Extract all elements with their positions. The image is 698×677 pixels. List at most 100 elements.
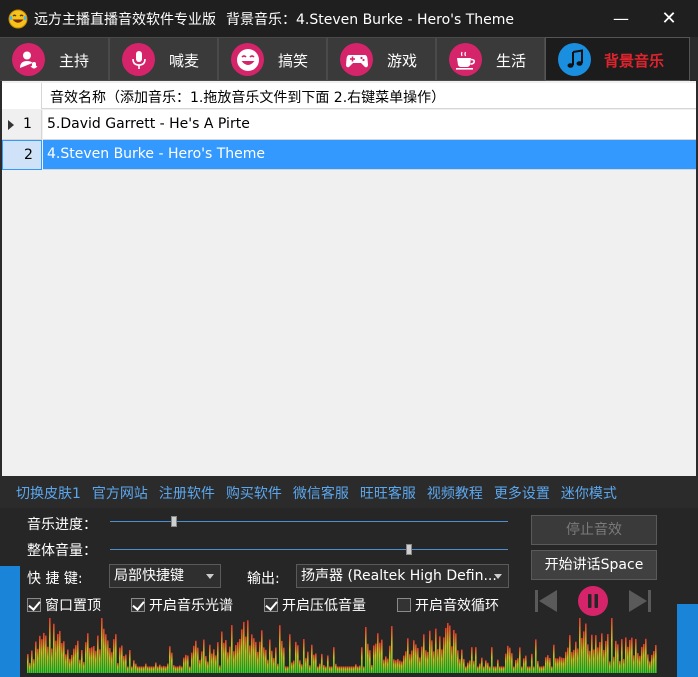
spectrum-bar [523,658,525,673]
checkbox-loop-effect[interactable]: 开启音效循环 [397,595,499,615]
spectrum-bar [279,625,281,673]
spectrum-bar [537,660,539,673]
list-row[interactable]: 2 4.Steven Burke - Hero's Theme [2,140,696,170]
spectrum-bar [417,647,419,673]
spectrum-bar [49,618,51,673]
spectrum-bar [637,652,639,673]
spectrum-bar [363,666,365,673]
spectrum-bar [253,638,255,673]
spectrum-bar [605,640,607,673]
spectrum-bar [415,644,417,673]
title-bar: 远方主播直播音效软件专业版 背景音乐：4.Steven Burke - Hero… [0,0,698,37]
spectrum-bar [389,645,391,673]
volume-slider-thumb[interactable] [405,544,412,555]
spectrum-bar [583,631,585,673]
link-wangwang-support[interactable]: 旺旺客服 [360,483,416,503]
spectrum-bar [69,658,71,673]
spectrum-bar [27,654,29,673]
spectrum-bar [67,649,69,673]
next-track-icon[interactable] [627,587,653,615]
link-switch-skin[interactable]: 切换皮肤1 [16,483,81,503]
spectrum-bar [149,666,151,673]
sound-list[interactable]: 音效名称（添加音乐：1.拖放音乐文件到下面 2.右键菜单操作） 1 5.Davi… [2,81,696,476]
link-official-site[interactable]: 官方网站 [92,483,148,503]
spectrum-bar [153,666,155,673]
checkbox-duck-volume[interactable]: 开启压低音量 [264,595,366,615]
spectrum-bar [217,642,219,673]
spectrum-bar [421,646,423,673]
row-sound-name: 4.Steven Burke - Hero's Theme [47,146,266,162]
checkbox-box[interactable] [131,598,145,612]
spectrum-bar [243,621,245,673]
link-register[interactable]: 注册软件 [159,483,215,503]
spectrum-bar [409,654,411,673]
spectrum-bar [97,635,99,673]
spectrum-bar [239,638,241,673]
tab-game[interactable]: 游戏 [327,37,436,81]
laughing-emoji-icon [8,9,28,28]
user-mic-icon [19,51,37,68]
spectrum-bar [619,660,621,673]
spectrum-bar [273,657,275,673]
spectrum-bar [123,655,125,673]
spectrum-bar [579,618,581,673]
spectrum-bar [247,620,249,673]
link-wechat-support[interactable]: 微信客服 [293,483,349,503]
link-video-tutorial[interactable]: 视频教程 [427,483,483,503]
spectrum-bar [269,639,271,673]
spectrum-bar [653,651,655,673]
pause-icon[interactable] [577,585,609,617]
right-level-meter [677,604,698,677]
checkbox-box[interactable] [264,598,278,612]
tab-host[interactable]: 主持 [0,37,109,81]
link-mini-mode[interactable]: 迷你模式 [561,483,617,503]
output-device-select[interactable]: 扬声器 (Realtek High Defin... [296,564,509,588]
checkbox-music-spectrum[interactable]: 开启音乐光谱 [131,595,233,615]
spectrum-bar [299,660,301,673]
checkbox-box[interactable] [397,598,411,612]
checkbox-always-on-top[interactable]: 窗口置顶 [27,595,101,615]
spectrum-bar [351,666,353,673]
start-talk-button[interactable]: 开始讲话Space [531,550,657,580]
tab-shout[interactable]: 喊麦 [109,37,218,81]
link-more-settings[interactable]: 更多设置 [494,483,550,503]
tab-label: 游戏 [387,52,418,70]
checkbox-box[interactable] [27,598,41,612]
spectrum-bar [245,636,247,673]
spectrum-bar [347,666,349,673]
spectrum-bar [293,660,295,673]
tab-background-music[interactable]: 背景音乐 [545,37,690,81]
spectrum-bar [387,658,389,673]
spectrum-bar [51,648,53,673]
spectrum-bar [303,639,305,673]
tab-life[interactable]: 生活 [436,37,545,81]
chevron-down-icon [494,574,502,579]
spectrum-bar [115,634,117,673]
tab-label: 喊麦 [169,52,200,70]
list-row[interactable]: 1 5.David Garrett - He's A Pirte [2,110,696,140]
spectrum-bar [147,666,149,673]
previous-track-icon[interactable] [533,587,559,615]
spectrum-bar [413,640,415,673]
spectrum-bar [407,638,409,673]
spectrum-bar [641,646,643,673]
spectrum-bar [369,650,371,673]
left-level-meter [0,566,20,677]
spectrum-bar [205,655,207,673]
close-button[interactable]: ✕ [646,0,692,37]
spectrum-bar [41,639,43,673]
progress-slider-thumb[interactable] [170,516,177,527]
tab-funny[interactable]: 搞笑 [218,37,327,81]
spectrum-bar [445,627,447,673]
hotkey-select[interactable]: 局部快捷键 [109,564,221,588]
link-buy[interactable]: 购买软件 [226,483,282,503]
stop-effect-button[interactable]: 停止音效 [531,515,657,545]
audio-spectrum-visualizer [27,618,657,673]
spectrum-bar [635,638,637,673]
spectrum-bar [317,666,319,673]
volume-slider[interactable] [110,549,508,550]
spectrum-bar [551,666,553,673]
spectrum-bar [267,659,269,673]
minimize-button[interactable]: — [598,0,644,37]
spectrum-bar [311,644,313,673]
